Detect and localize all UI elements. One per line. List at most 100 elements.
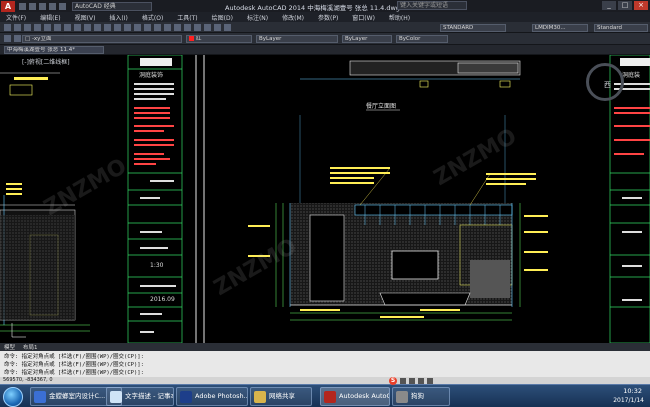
- close-button[interactable]: ×: [634, 1, 648, 10]
- menu-draw[interactable]: 绘图(D): [212, 13, 233, 22]
- markup-icon[interactable]: [204, 24, 211, 31]
- command-window[interactable]: 命令: 指定对角点或 [栏选(F)/圈围(WP)/圈交(CP)]: 命令: 指定…: [0, 351, 650, 377]
- command-prompt[interactable]: 命令: 指定对角点或 [栏选(F)/圈围(WP)/圈交(CP)]:: [4, 368, 144, 376]
- print-icon[interactable]: [34, 24, 41, 31]
- preview-icon[interactable]: [44, 24, 51, 31]
- properties-icon[interactable]: [164, 24, 171, 31]
- ime-toolbar[interactable]: S: [389, 376, 433, 386]
- new-icon[interactable]: [19, 2, 26, 10]
- paste-icon[interactable]: [84, 24, 91, 31]
- help-icon[interactable]: [224, 24, 231, 31]
- left-hatch: [0, 215, 75, 320]
- right-logo-icon: [620, 58, 650, 66]
- layout-tabs: 模型 布局1: [0, 343, 650, 351]
- menu-view[interactable]: 视图(V): [75, 13, 96, 22]
- text-style-select[interactable]: STANDARD: [440, 24, 506, 32]
- undo-icon[interactable]: [104, 24, 111, 31]
- left-brand-text: 洞庭装饰: [139, 71, 163, 79]
- lineweight-select[interactable]: ByLayer: [342, 35, 392, 43]
- layer-select[interactable]: □ -xy立面: [22, 35, 182, 43]
- menu-tools[interactable]: 工具(T): [177, 13, 197, 22]
- copy-icon[interactable]: [74, 24, 81, 31]
- zoom-window-icon[interactable]: [144, 24, 151, 31]
- autocad-icon: [324, 391, 336, 403]
- window-title: Autodesk AutoCAD 2014 中海梅溪湖壹号 张总 11.4.dw…: [225, 4, 400, 12]
- zoom-icon[interactable]: [134, 24, 141, 31]
- redo-icon[interactable]: [114, 24, 121, 31]
- layer-state-icon[interactable]: [14, 35, 21, 42]
- menu-edit[interactable]: 编辑(E): [40, 13, 60, 22]
- ime-mode-icon[interactable]: [400, 378, 406, 384]
- taskbar-item-autocad[interactable]: Autodesk AutoC...: [320, 387, 390, 406]
- publish-icon[interactable]: [54, 24, 61, 31]
- red-swatch-icon: [189, 36, 194, 41]
- right-brand-text: 洞庭装: [622, 71, 640, 79]
- calculator-icon[interactable]: [214, 24, 221, 31]
- drawing-canvas[interactable]: [-]俯视[二维线框] 洞庭装饰 1:30 2016.09 餐厅立面图 洞庭装 …: [0, 55, 650, 343]
- new-icon[interactable]: [4, 24, 11, 31]
- menu-help[interactable]: 帮助(H): [389, 13, 410, 22]
- menu-format[interactable]: 格式(O): [142, 13, 163, 22]
- undo-icon[interactable]: [49, 2, 56, 10]
- clock-time[interactable]: 10:32: [623, 387, 642, 395]
- photoshop-icon: [180, 391, 192, 403]
- system-tray: 10:32 2017/1/14: [578, 385, 650, 407]
- taskbar-item-photoshop[interactable]: Adobe Photosh...: [176, 387, 248, 406]
- folder-icon: [34, 391, 46, 403]
- open-icon[interactable]: [14, 24, 21, 31]
- viewcube-label[interactable]: 西: [604, 80, 611, 90]
- minimize-button[interactable]: _: [602, 1, 616, 10]
- folder-icon: [254, 391, 266, 403]
- pan-icon[interactable]: [124, 24, 131, 31]
- command-history-line: 命令: 指定对角点或 [栏选(F)/圈围(WP)/圈交(CP)]:: [4, 354, 144, 360]
- notepad-icon: [110, 391, 122, 403]
- linetype-select[interactable]: ByLayer: [256, 35, 338, 43]
- taskbar: S 金螳螂室内设计C... 文字描述 - 记事本 Adobe Photosh..…: [0, 377, 650, 407]
- start-button[interactable]: [3, 387, 23, 407]
- taskbar-item-notepad[interactable]: 文字描述 - 记事本: [106, 387, 174, 406]
- table-style-select[interactable]: Standard: [594, 24, 648, 32]
- redo-icon[interactable]: [59, 2, 66, 10]
- match-icon[interactable]: [94, 24, 101, 31]
- taskbar-item-network-share[interactable]: 网络共享: [250, 387, 312, 406]
- clock-date[interactable]: 2017/1/14: [613, 397, 644, 404]
- left-date-text: 2016.09: [150, 296, 175, 303]
- save-icon[interactable]: [39, 2, 46, 10]
- command-history-line: 命令: 指定对角点或 [栏选(F)/圈围(WP)/圈交(CP)]:: [4, 362, 144, 368]
- layer-manager-icon[interactable]: [4, 35, 11, 42]
- tool-palette-icon[interactable]: [184, 24, 191, 31]
- sheet-set-icon[interactable]: [194, 24, 201, 31]
- menu-dimension[interactable]: 标注(N): [247, 13, 268, 22]
- plot-style-select[interactable]: ByColor: [396, 35, 448, 43]
- ime-punct-icon[interactable]: [409, 378, 415, 384]
- tab-layout1[interactable]: 布局1: [23, 343, 38, 351]
- zoom-previous-icon[interactable]: [154, 24, 161, 31]
- menu-parametric[interactable]: 参数(P): [318, 13, 338, 22]
- right-title-block-text: [614, 83, 650, 301]
- title-bar: A AutoCAD 经典 Autodesk AutoCAD 2014 中海梅溪湖…: [0, 0, 650, 12]
- workspace-selector[interactable]: AutoCAD 经典: [72, 1, 152, 11]
- quick-access-toolbar: [19, 2, 66, 10]
- dim-style-select[interactable]: LMDIM30...: [532, 24, 588, 32]
- taskbar-item-dog[interactable]: 狗狗: [392, 387, 450, 406]
- search-input[interactable]: 键入关键字或短语: [397, 1, 467, 10]
- color-select[interactable]: 红: [186, 35, 252, 43]
- save-icon[interactable]: [24, 24, 31, 31]
- left-scale-text: 1:30: [150, 262, 164, 269]
- design-center-icon[interactable]: [174, 24, 181, 31]
- menu-file[interactable]: 文件(F): [6, 13, 26, 22]
- application-menu-button[interactable]: A: [1, 0, 15, 12]
- document-tab-bar: 中海梅溪湖壹号 张总 11.4*: [0, 45, 650, 55]
- menu-modify[interactable]: 修改(M): [282, 13, 304, 22]
- menu-window[interactable]: 窗口(W): [352, 13, 375, 22]
- sogou-ime-icon[interactable]: S: [389, 377, 397, 385]
- maximize-button[interactable]: □: [618, 1, 632, 10]
- tab-model[interactable]: 模型: [4, 343, 15, 351]
- open-icon[interactable]: [29, 2, 36, 10]
- document-tab[interactable]: 中海梅溪湖壹号 张总 11.4*: [4, 46, 104, 54]
- cut-icon[interactable]: [64, 24, 71, 31]
- app-icon: [396, 391, 408, 403]
- menu-insert[interactable]: 插入(I): [109, 13, 127, 22]
- keyboard-icon[interactable]: [427, 378, 433, 384]
- microphone-icon[interactable]: [418, 378, 424, 384]
